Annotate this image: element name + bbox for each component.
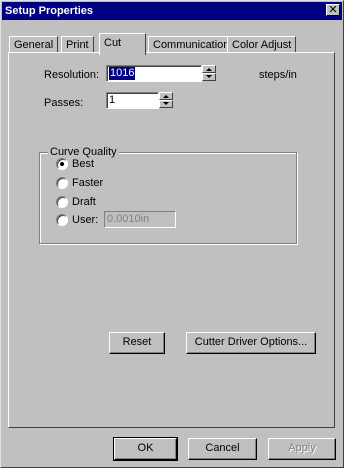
user-curve-input[interactable]: 0.0010in xyxy=(104,211,176,228)
passes-value: 1 xyxy=(109,94,116,106)
arrow-down-icon xyxy=(163,102,169,105)
setup-properties-dialog: Setup Properties ✕ General Print Cut Com… xyxy=(0,0,344,468)
spin-down-button[interactable] xyxy=(159,100,173,108)
arrow-up-icon xyxy=(206,68,212,71)
arrow-down-icon xyxy=(206,75,212,78)
apply-button-label: Apply xyxy=(288,442,316,454)
radio-draft[interactable] xyxy=(56,196,68,208)
cancel-button[interactable]: Cancel xyxy=(188,438,257,460)
radio-user[interactable] xyxy=(56,214,68,226)
passes-label: Passes: xyxy=(44,97,84,109)
reset-button-label: Reset xyxy=(122,336,152,348)
spin-up-button[interactable] xyxy=(159,92,173,100)
radio-user-label[interactable]: User: xyxy=(72,214,98,227)
resolution-label: Resolution: xyxy=(44,69,100,81)
apply-button[interactable]: Apply xyxy=(268,438,336,460)
radio-draft-label[interactable]: Draft xyxy=(72,196,96,209)
resolution-value: 1016 xyxy=(109,67,136,80)
passes-input[interactable]: 1 xyxy=(106,92,159,109)
cutter-driver-options-button[interactable]: Cutter Driver Options... xyxy=(186,332,316,354)
radio-faster-label[interactable]: Faster xyxy=(72,177,103,190)
radio-faster[interactable] xyxy=(56,177,68,189)
driver-options-button-label: Cutter Driver Options... xyxy=(194,336,308,348)
resolution-spinner[interactable] xyxy=(202,65,216,82)
resolution-unit: steps/in xyxy=(259,69,297,81)
ok-button[interactable]: OK xyxy=(113,437,178,461)
radio-best-label[interactable]: Best xyxy=(72,158,94,171)
reset-button[interactable]: Reset xyxy=(109,332,165,354)
ok-button-label: OK xyxy=(137,442,154,454)
spin-up-button[interactable] xyxy=(202,65,216,73)
user-curve-value: 0.0010in xyxy=(107,213,150,225)
resolution-input[interactable]: 1016 xyxy=(106,65,202,82)
cancel-button-label: Cancel xyxy=(205,442,240,454)
arrow-up-icon xyxy=(163,95,169,98)
passes-spinner[interactable] xyxy=(159,92,173,109)
radio-best[interactable] xyxy=(56,158,68,170)
spin-down-button[interactable] xyxy=(202,73,216,81)
